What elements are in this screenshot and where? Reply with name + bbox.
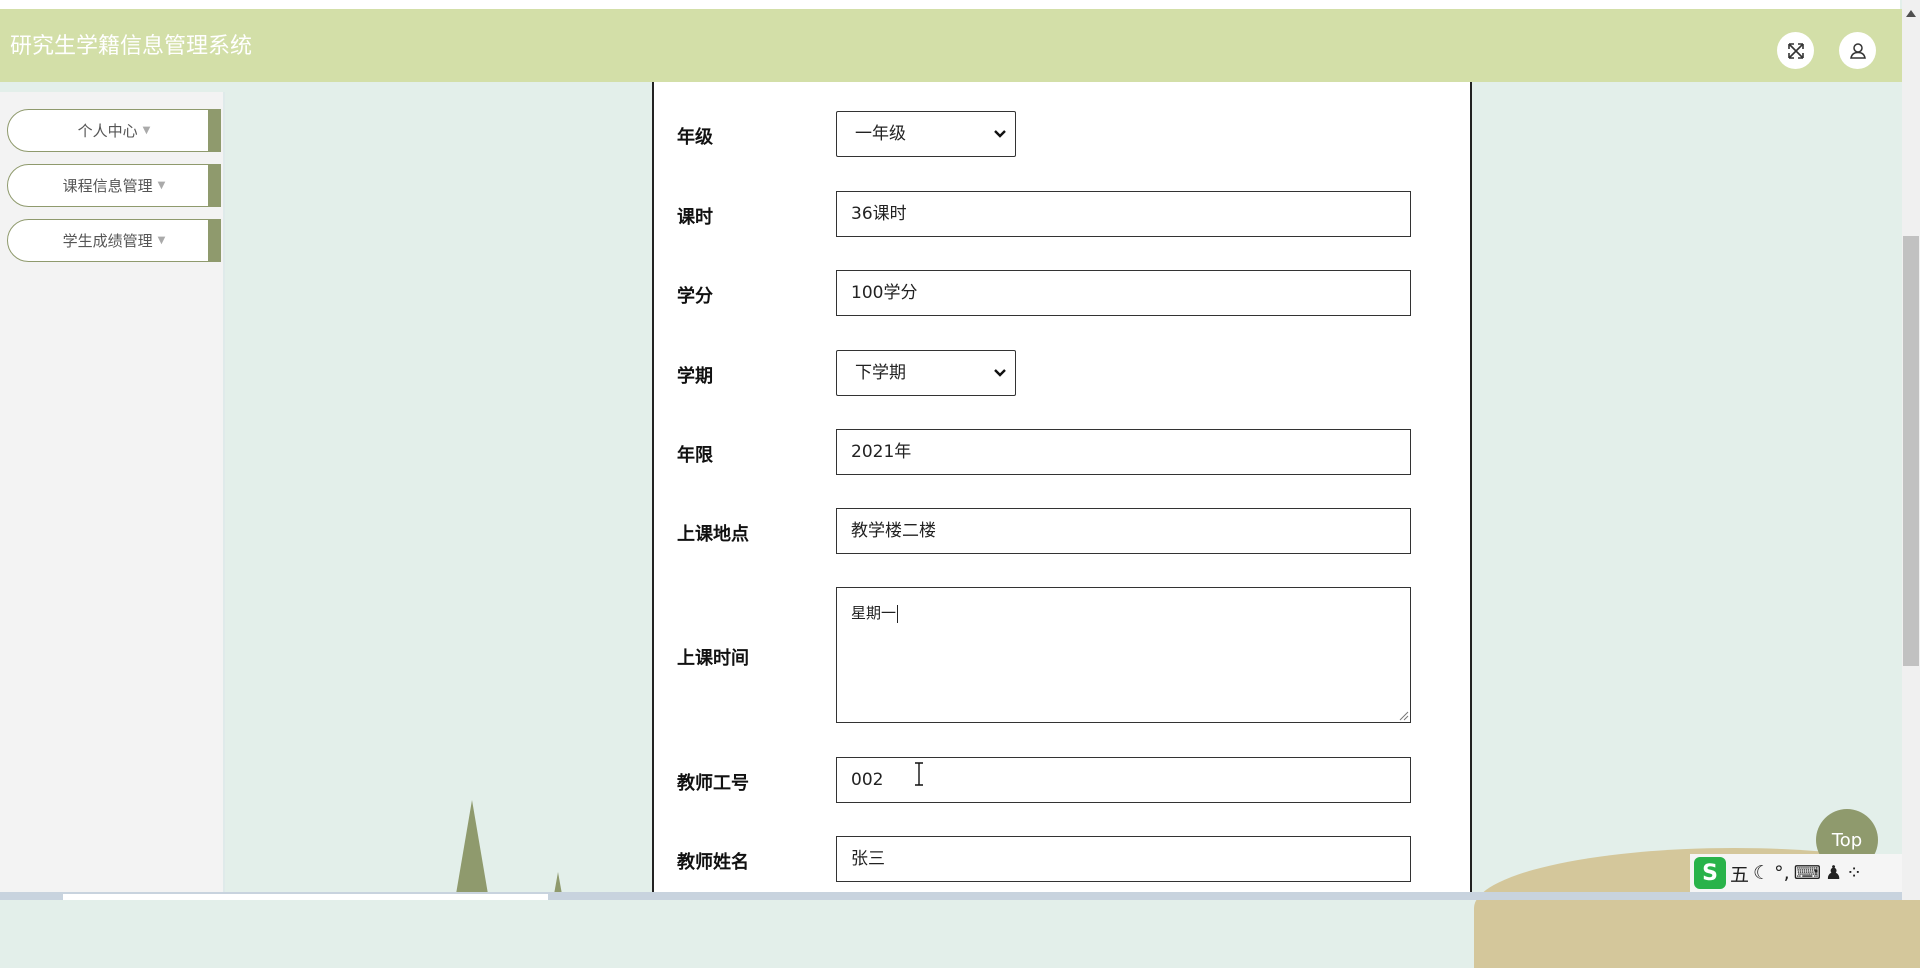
teacher-name-label: 教师姓名 — [677, 852, 749, 873]
sidebar-item-label: 课程信息管理 — [62, 177, 153, 195]
chevron-down-icon — [994, 369, 1006, 377]
location-label: 上课地点 — [677, 524, 749, 545]
expand-arrows-icon — [1787, 42, 1804, 59]
ime-toolbar: S 五 ☾ °, ⌨ ♟ ⁘ — [1690, 854, 1902, 892]
semester-select[interactable]: 下学期 — [836, 350, 1016, 396]
scroll-up-arrow-icon[interactable] — [1906, 10, 1916, 17]
time-textarea-value: 星期一 — [851, 604, 897, 622]
page-scrollbar[interactable] — [1902, 0, 1920, 900]
sidebar-item-course-management[interactable]: 课程信息管理 ▼ — [7, 164, 221, 207]
taskbar-strip — [0, 892, 1902, 900]
resize-grip-icon[interactable] — [1397, 709, 1409, 721]
year-input[interactable]: 2021年 — [836, 429, 1411, 475]
tree-decoration — [455, 800, 489, 900]
ime-mode-label[interactable]: 五 — [1730, 860, 1749, 887]
taskbar-window-segment[interactable] — [63, 894, 548, 900]
sidebar: 个人中心 ▼ 课程信息管理 ▼ 学生成绩管理 ▼ — [0, 92, 225, 900]
semester-select-value: 下学期 — [855, 363, 906, 383]
location-input[interactable]: 教学楼二楼 — [836, 508, 1411, 554]
semester-label: 学期 — [677, 366, 713, 387]
person-icon[interactable]: ♟ — [1825, 862, 1842, 884]
user-profile-button[interactable] — [1839, 32, 1876, 69]
sogou-logo-icon[interactable]: S — [1694, 857, 1726, 889]
grade-label: 年级 — [677, 127, 713, 148]
user-icon — [1849, 42, 1866, 59]
caret-down-icon: ▼ — [157, 235, 166, 246]
grid-icon[interactable]: ⁘ — [1846, 862, 1862, 884]
punctuation-icon[interactable]: °, — [1774, 862, 1790, 884]
text-cursor — [897, 604, 899, 623]
hours-input[interactable]: 36课时 — [836, 191, 1411, 237]
teacher-id-label: 教师工号 — [677, 773, 749, 794]
app-title: 研究生学籍信息管理系统 — [10, 33, 253, 58]
teacher-name-input[interactable]: 张三 — [836, 836, 1411, 882]
sidebar-item-accent — [208, 219, 221, 262]
sidebar-item-grade-management[interactable]: 学生成绩管理 ▼ — [7, 219, 221, 262]
sidebar-item-label: 学生成绩管理 — [62, 232, 153, 250]
grade-select-value: 一年级 — [855, 124, 906, 144]
ibeam-cursor-icon — [915, 762, 923, 786]
sidebar-item-accent — [208, 164, 221, 207]
grade-select[interactable]: 一年级 — [836, 111, 1016, 157]
hours-label: 课时 — [677, 207, 713, 228]
keyboard-icon[interactable]: ⌨ — [1794, 862, 1821, 884]
course-edit-form: 年级 一年级 课时 36课时 学分 100学分 学期 下学期 年限 2021年 … — [652, 82, 1472, 900]
caret-down-icon: ▼ — [142, 125, 151, 136]
chevron-down-icon — [994, 130, 1006, 138]
fullscreen-button[interactable] — [1777, 32, 1814, 69]
credits-label: 学分 — [677, 286, 713, 307]
moon-icon[interactable]: ☾ — [1753, 862, 1770, 884]
caret-down-icon: ▼ — [157, 180, 166, 191]
sidebar-item-label: 个人中心 — [77, 122, 138, 140]
time-label: 上课时间 — [677, 648, 749, 669]
sidebar-item-accent — [208, 109, 221, 152]
credits-input[interactable]: 100学分 — [836, 270, 1411, 316]
time-textarea[interactable]: 星期一 — [836, 587, 1411, 723]
year-label: 年限 — [677, 445, 713, 466]
scrollbar-thumb[interactable] — [1903, 236, 1919, 666]
app-header: 研究生学籍信息管理系统 — [0, 9, 1902, 82]
sidebar-item-personal-center[interactable]: 个人中心 ▼ — [7, 109, 221, 152]
